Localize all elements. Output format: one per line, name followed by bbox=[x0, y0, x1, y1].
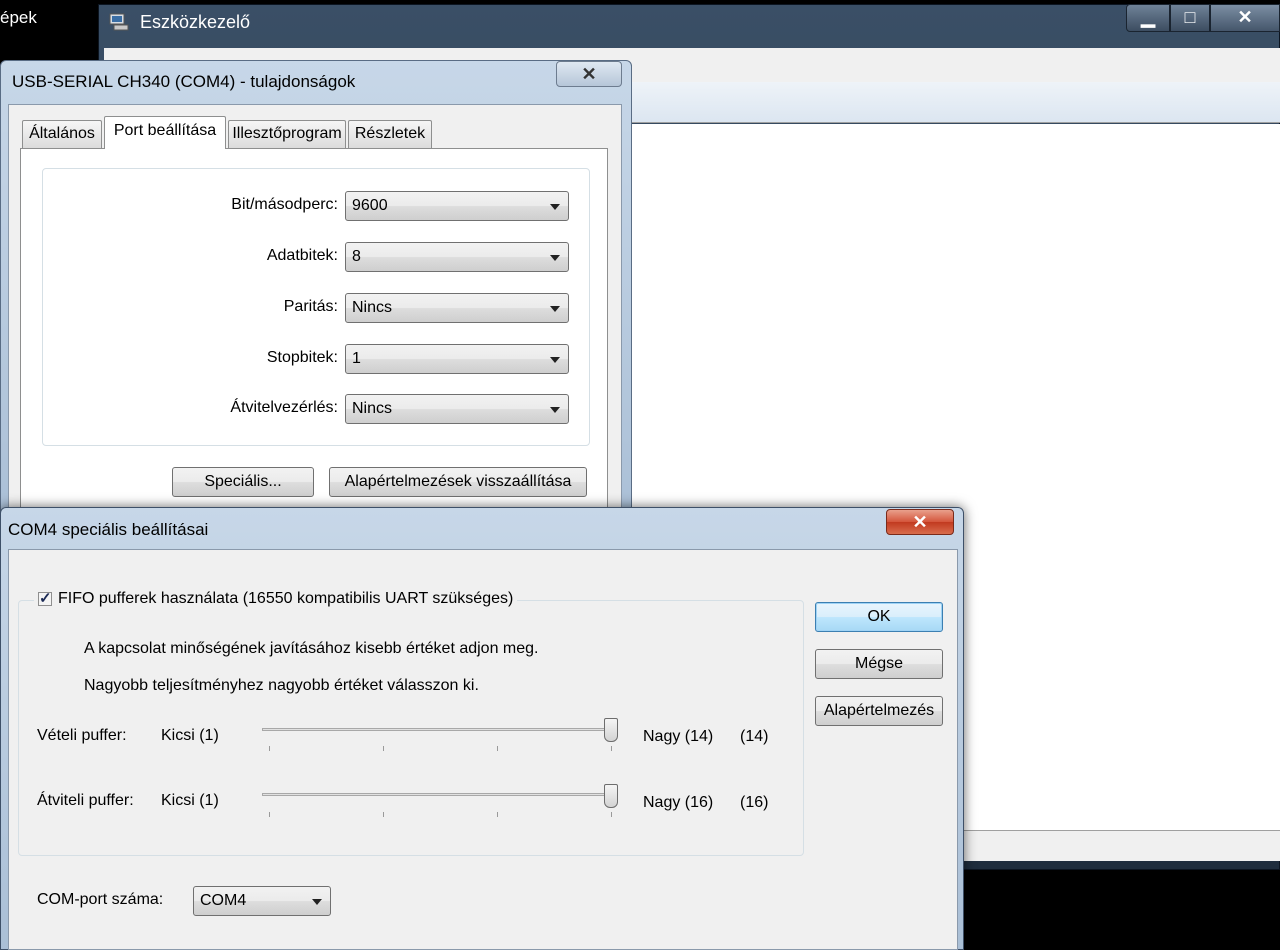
parity-label: Paritás: bbox=[283, 298, 338, 315]
baud-rate-value: 9600 bbox=[352, 197, 388, 214]
dropdown-arrow-icon bbox=[550, 407, 560, 413]
fifo-checkbox[interactable] bbox=[38, 589, 52, 607]
device-manager-title: Eszközkezelő bbox=[140, 12, 251, 32]
stop-bits-value: 1 bbox=[352, 350, 361, 367]
transmit-buffer-label: Átviteli puffer: bbox=[37, 792, 134, 809]
dropdown-arrow-icon bbox=[550, 204, 560, 210]
receive-buffer-tick bbox=[611, 746, 612, 751]
receive-buffer-tick bbox=[383, 746, 384, 751]
com-port-value: COM4 bbox=[200, 892, 247, 909]
com-port-select[interactable]: COM4 bbox=[193, 886, 331, 916]
tab-details[interactable]: Részletek bbox=[348, 120, 432, 148]
receive-buffer-tick bbox=[497, 746, 498, 751]
tab-driver[interactable]: Illesztőprogram bbox=[228, 120, 346, 148]
receive-buffer-label: Vételi puffer: bbox=[37, 727, 127, 744]
flow-control-select[interactable]: Nincs bbox=[345, 394, 569, 424]
device-manager-icon bbox=[108, 12, 130, 32]
advanced-button[interactable]: Speciális... bbox=[172, 467, 314, 497]
properties-dialog-title: USB-SERIAL CH340 (COM4) - tulajdonságok bbox=[12, 72, 356, 91]
flow-control-value: Nincs bbox=[352, 400, 393, 417]
transmit-buffer-min-label: Kicsi (1) bbox=[161, 792, 219, 809]
tab-port-settings[interactable]: Port beállítása bbox=[104, 116, 226, 149]
properties-close-button[interactable]: ✕ bbox=[556, 61, 622, 87]
transmit-buffer-max-label: Nagy (16) bbox=[643, 794, 714, 811]
advanced-close-button[interactable]: ✕ bbox=[886, 509, 954, 535]
restore-defaults-button[interactable]: Alapértelmezések visszaállítása bbox=[329, 467, 587, 497]
data-bits-label: Adatbitek: bbox=[266, 247, 338, 264]
transmit-buffer-tick bbox=[383, 812, 384, 817]
data-bits-select[interactable]: 8 bbox=[345, 242, 569, 272]
stop-bits-select[interactable]: 1 bbox=[345, 344, 569, 374]
transmit-buffer-tick bbox=[611, 812, 612, 817]
transmit-buffer-slider-thumb[interactable] bbox=[604, 784, 618, 808]
transmit-buffer-tick bbox=[269, 812, 270, 817]
receive-buffer-current: (14) bbox=[740, 728, 769, 745]
transmit-buffer-tick bbox=[497, 812, 498, 817]
cancel-button[interactable]: Mégse bbox=[815, 649, 943, 679]
hint-higher-text: Nagyobb teljesítményhez nagyobb értéket … bbox=[84, 677, 479, 694]
hint-lower-text: A kapcsolat minőségének javításához kise… bbox=[84, 640, 539, 657]
close-button[interactable]: ✕ bbox=[1210, 4, 1280, 32]
stop-bits-label: Stopbitek: bbox=[266, 349, 338, 366]
dropdown-arrow-icon bbox=[550, 255, 560, 261]
flow-control-label: Átvitelvezérlés: bbox=[230, 399, 338, 416]
parity-value: Nincs bbox=[352, 299, 393, 316]
baud-rate-select[interactable]: 9600 bbox=[345, 191, 569, 221]
transmit-buffer-current: (16) bbox=[740, 794, 769, 811]
transmit-buffer-track[interactable] bbox=[262, 793, 618, 796]
receive-buffer-max-label: Nagy (14) bbox=[643, 728, 714, 745]
receive-buffer-track[interactable] bbox=[262, 728, 618, 731]
receive-buffer-tick bbox=[269, 746, 270, 751]
receive-buffer-min-label: Kicsi (1) bbox=[161, 727, 219, 744]
maximize-button[interactable]: □ bbox=[1170, 4, 1210, 32]
minimize-button[interactable]: ▁ bbox=[1126, 4, 1170, 32]
baud-rate-label: Bit/másodperc: bbox=[231, 196, 338, 213]
dropdown-arrow-icon bbox=[550, 306, 560, 312]
parity-select[interactable]: Nincs bbox=[345, 293, 569, 323]
fifo-checkbox-row[interactable]: FIFO pufferek használata (16550 kompatib… bbox=[34, 589, 518, 608]
dropdown-arrow-icon bbox=[312, 899, 322, 905]
advanced-dialog-title: COM4 speciális beállításai bbox=[8, 520, 209, 539]
data-bits-value: 8 bbox=[352, 248, 361, 265]
tab-general[interactable]: Általános bbox=[22, 120, 102, 148]
defaults-button[interactable]: Alapértelmezés bbox=[815, 696, 943, 726]
desktop-icon-label[interactable]: épek bbox=[0, 8, 37, 28]
ok-button[interactable]: OK bbox=[815, 602, 943, 632]
receive-buffer-slider-thumb[interactable] bbox=[604, 718, 618, 742]
fifo-checkbox-label: FIFO pufferek használata (16550 kompatib… bbox=[58, 590, 514, 607]
com-port-label: COM-port száma: bbox=[37, 891, 164, 908]
dropdown-arrow-icon bbox=[550, 357, 560, 363]
